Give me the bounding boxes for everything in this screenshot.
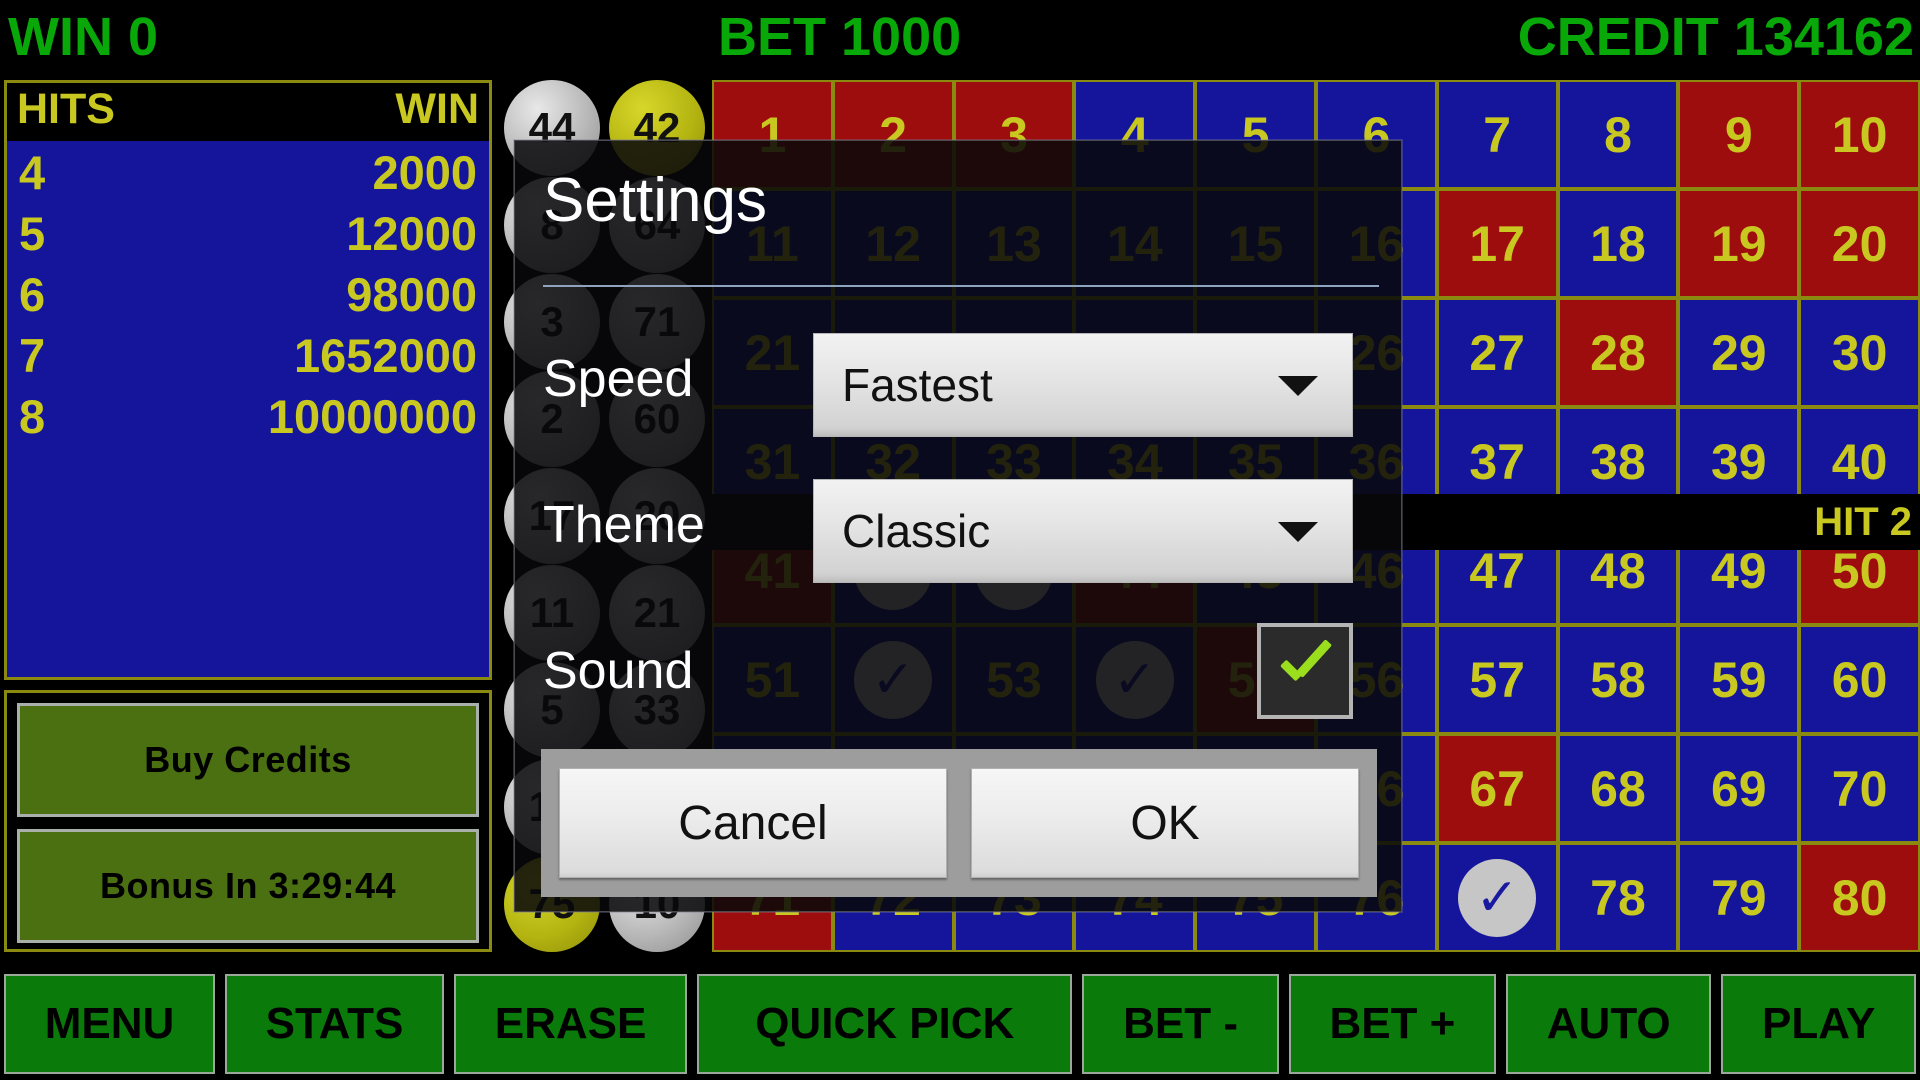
speed-value: Fastest xyxy=(842,359,993,411)
settings-dialog: Settings Speed Fastest Theme Classic Sou… xyxy=(514,140,1402,912)
chevron-down-icon xyxy=(1278,376,1318,396)
theme-label: Theme xyxy=(543,496,705,554)
speed-spinner[interactable]: Fastest xyxy=(813,333,1353,437)
dialog-title-divider xyxy=(543,285,1379,287)
setting-row-theme: Theme Classic xyxy=(543,471,1379,583)
dialog-button-bar: Cancel OK xyxy=(541,749,1377,897)
sound-label: Sound xyxy=(543,642,694,700)
setting-row-sound: Sound xyxy=(543,617,1379,725)
keno-game-screen: WIN 0 BET 1000 CREDIT 134162 HITS WIN 42… xyxy=(0,0,1920,1080)
dialog-title: Settings xyxy=(543,166,768,235)
ok-button[interactable]: OK xyxy=(971,768,1359,878)
setting-row-speed: Speed Fastest xyxy=(543,325,1379,437)
cancel-button[interactable]: Cancel xyxy=(559,768,947,878)
checkmark-icon xyxy=(1274,640,1336,702)
chevron-down-icon xyxy=(1278,522,1318,542)
theme-value: Classic xyxy=(842,505,991,557)
speed-label: Speed xyxy=(543,350,694,408)
sound-checkbox[interactable] xyxy=(1257,623,1353,719)
theme-spinner[interactable]: Classic xyxy=(813,479,1353,583)
